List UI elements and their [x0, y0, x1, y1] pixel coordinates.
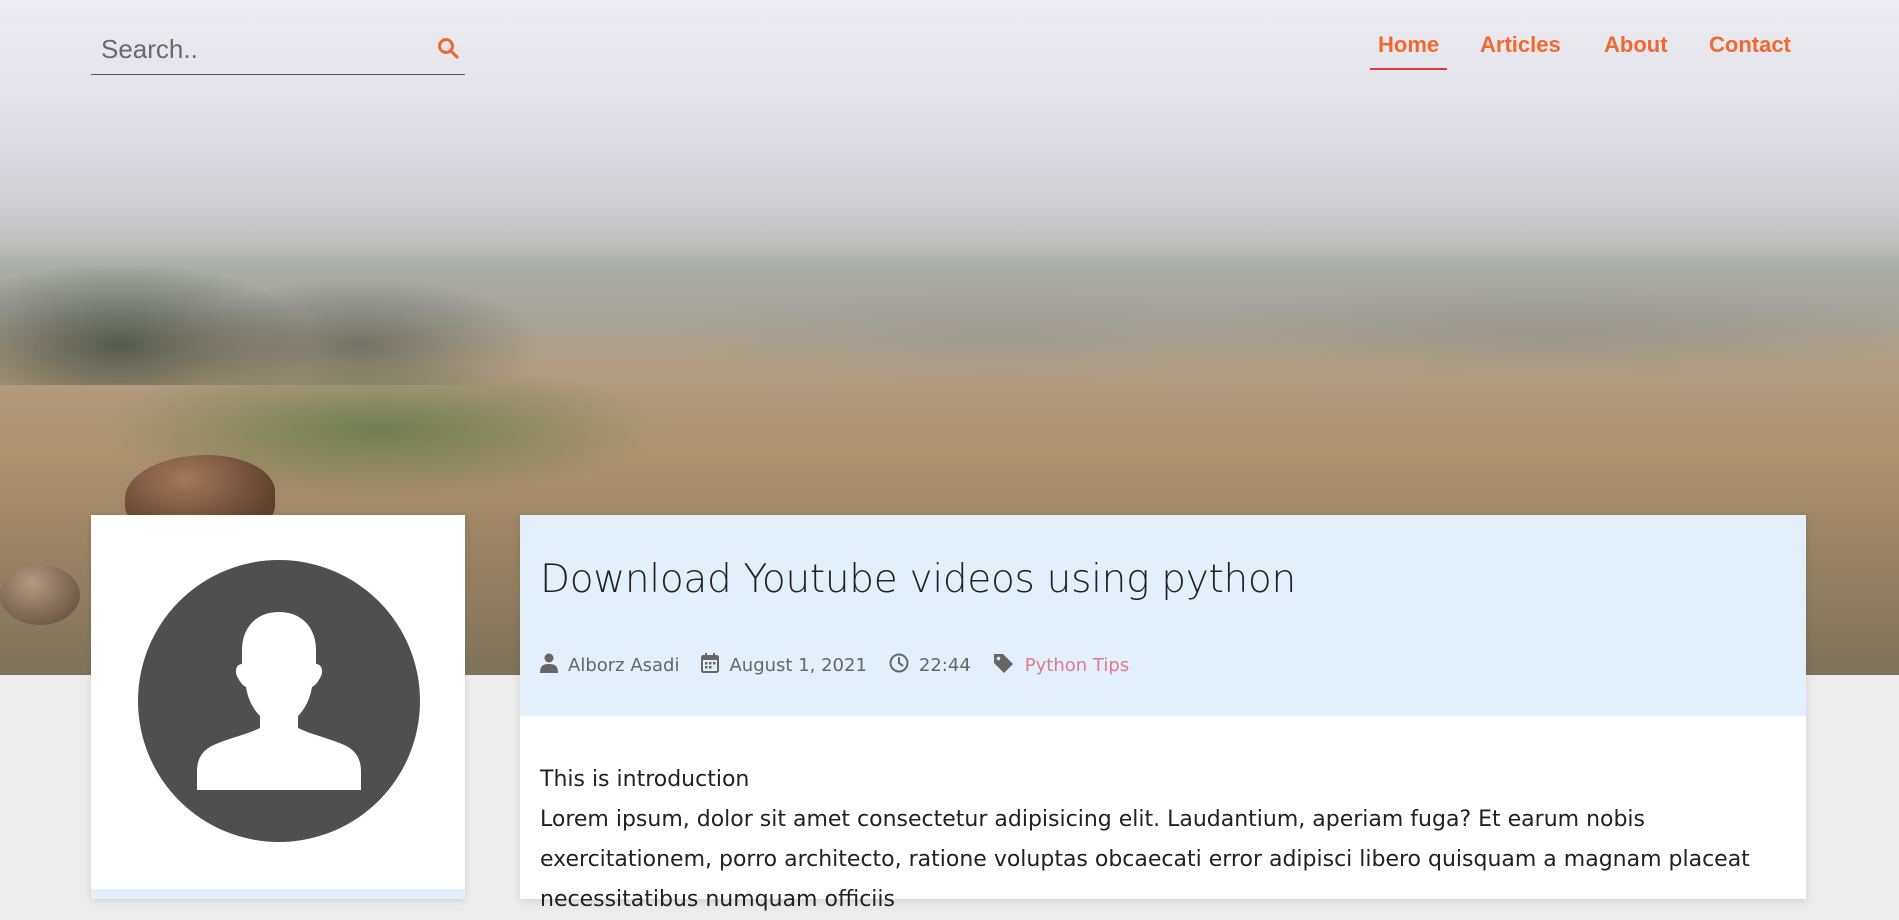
clock-icon [889, 653, 919, 678]
nav-about-link[interactable]: About [1596, 32, 1676, 68]
article-card: Download Youtube videos using python Alb… [520, 515, 1806, 912]
meta-tag: Python Tips [993, 653, 1129, 678]
nav-contact-link[interactable]: Contact [1701, 32, 1799, 68]
calendar-icon [701, 652, 729, 678]
treeline [0, 195, 1899, 385]
publish-time: 22:44 [918, 654, 971, 676]
main-nav: Home Articles About Contact [0, 30, 1899, 74]
meta-time: 22:44 [889, 653, 971, 678]
nav-articles-link[interactable]: Articles [1472, 32, 1569, 68]
rock [0, 565, 80, 625]
article-title: Download Youtube videos using python [540, 557, 1296, 602]
profile-card-footer [91, 889, 465, 899]
article-paragraph: Lorem ipsum, dolor sit amet consectetur … [540, 807, 1750, 912]
tag-link[interactable]: Python Tips [1025, 655, 1129, 676]
avatar-placeholder-icon [138, 560, 420, 842]
publish-date: August 1, 2021 [729, 654, 867, 676]
author-name: Alborz Asadi [568, 654, 680, 676]
article-header: Download Youtube videos using python Alb… [520, 515, 1806, 716]
article-body: This is introduction Lorem ipsum, dolor … [540, 760, 1790, 920]
author-profile-card [91, 515, 465, 899]
nav-home-link[interactable]: Home [1370, 32, 1448, 70]
grass-patch [0, 360, 760, 520]
user-icon [540, 653, 568, 678]
article-intro: This is introduction [540, 767, 750, 792]
tag-icon [993, 653, 1025, 678]
article-meta: Alborz Asadi August 1, 2021 22:44 Python… [540, 652, 1151, 678]
meta-date: August 1, 2021 [701, 652, 867, 678]
meta-author: Alborz Asadi [540, 653, 679, 678]
